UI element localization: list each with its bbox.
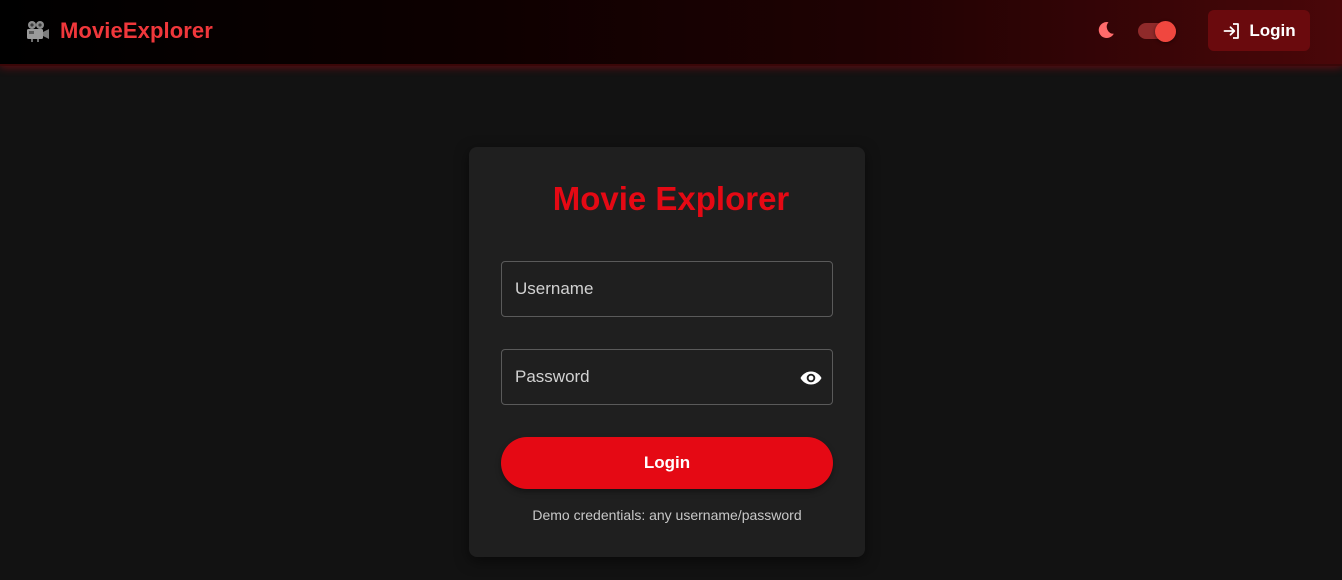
dark-mode-toggle[interactable] xyxy=(1138,21,1176,42)
login-submit-button[interactable]: Login xyxy=(501,437,833,489)
top-navbar: MovieExplorer Login xyxy=(0,0,1342,66)
moon-icon xyxy=(1098,22,1114,39)
toggle-knob xyxy=(1155,21,1176,42)
header-login-label: Login xyxy=(1249,20,1296,40)
app-root: MovieExplorer Login Movie Explorer Usern… xyxy=(0,0,1342,580)
brand-logo[interactable]: MovieExplorer xyxy=(26,17,213,45)
password-input[interactable] xyxy=(502,350,832,404)
username-field xyxy=(501,261,833,317)
brand-name: MovieExplorer xyxy=(60,18,213,43)
username-input[interactable] xyxy=(502,262,832,316)
header-login-button[interactable]: Login xyxy=(1208,10,1310,51)
password-field xyxy=(501,349,833,405)
movie-camera-icon xyxy=(27,21,49,42)
login-icon xyxy=(1223,22,1240,39)
demo-credentials-note: Demo credentials: any username/password xyxy=(532,507,802,523)
eye-icon[interactable] xyxy=(799,366,823,390)
login-title: Movie Explorer xyxy=(552,180,790,217)
